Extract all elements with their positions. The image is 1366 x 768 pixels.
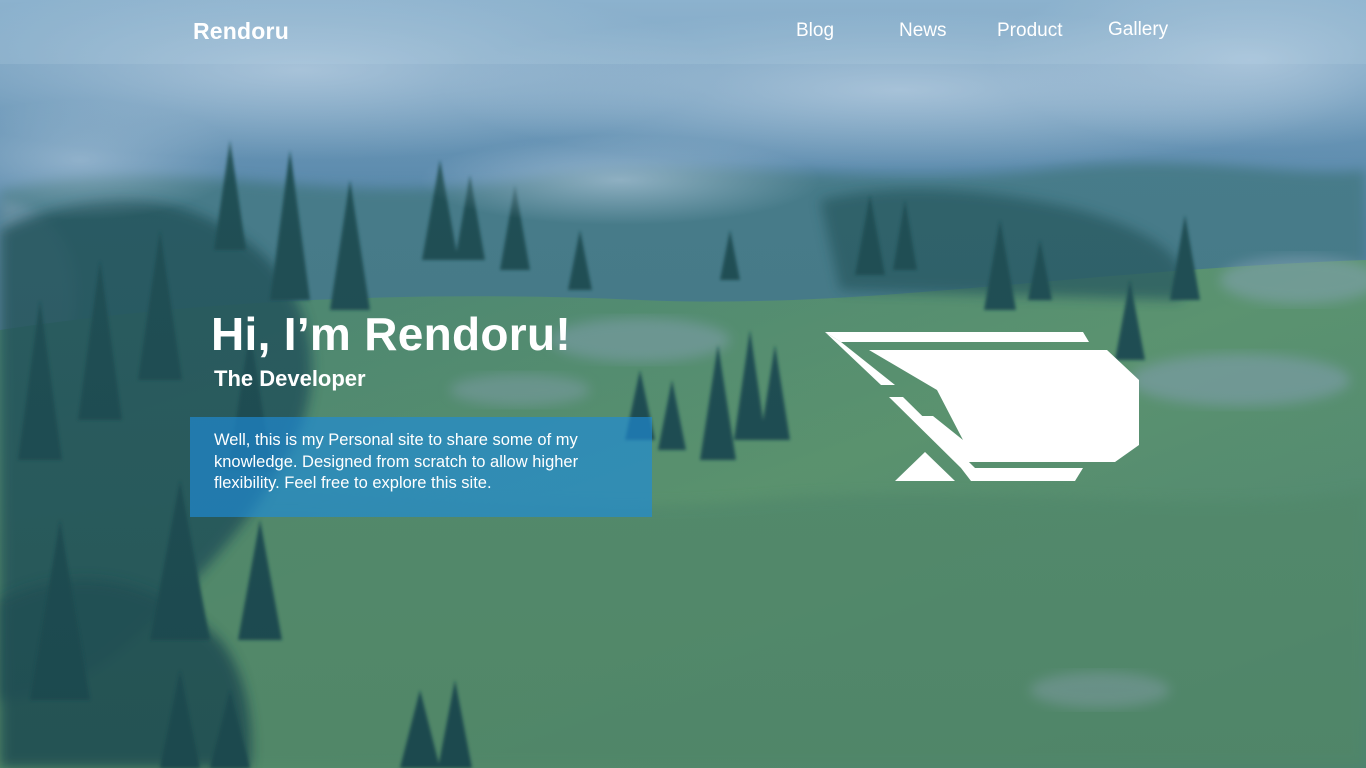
hero-subtitle: The Developer	[214, 366, 366, 391]
hero-title: Hi, I’m Rendoru!	[211, 308, 572, 360]
top-navigation-bar: Rendoru Blog News Product Gallery	[0, 0, 1366, 64]
nav-link-product[interactable]: Product	[997, 20, 1062, 42]
brand-logo-text[interactable]: Rendoru	[193, 18, 289, 45]
nav-link-gallery[interactable]: Gallery	[1108, 19, 1168, 41]
nav-link-news[interactable]: News	[899, 20, 947, 42]
rendoru-logo-icon	[825, 330, 1145, 485]
background-landscape	[0, 0, 1366, 768]
intro-description-box: Well, this is my Personal site to share …	[190, 417, 652, 517]
intro-description-text: Well, this is my Personal site to share …	[214, 431, 579, 492]
nav-link-blog[interactable]: Blog	[796, 20, 834, 42]
